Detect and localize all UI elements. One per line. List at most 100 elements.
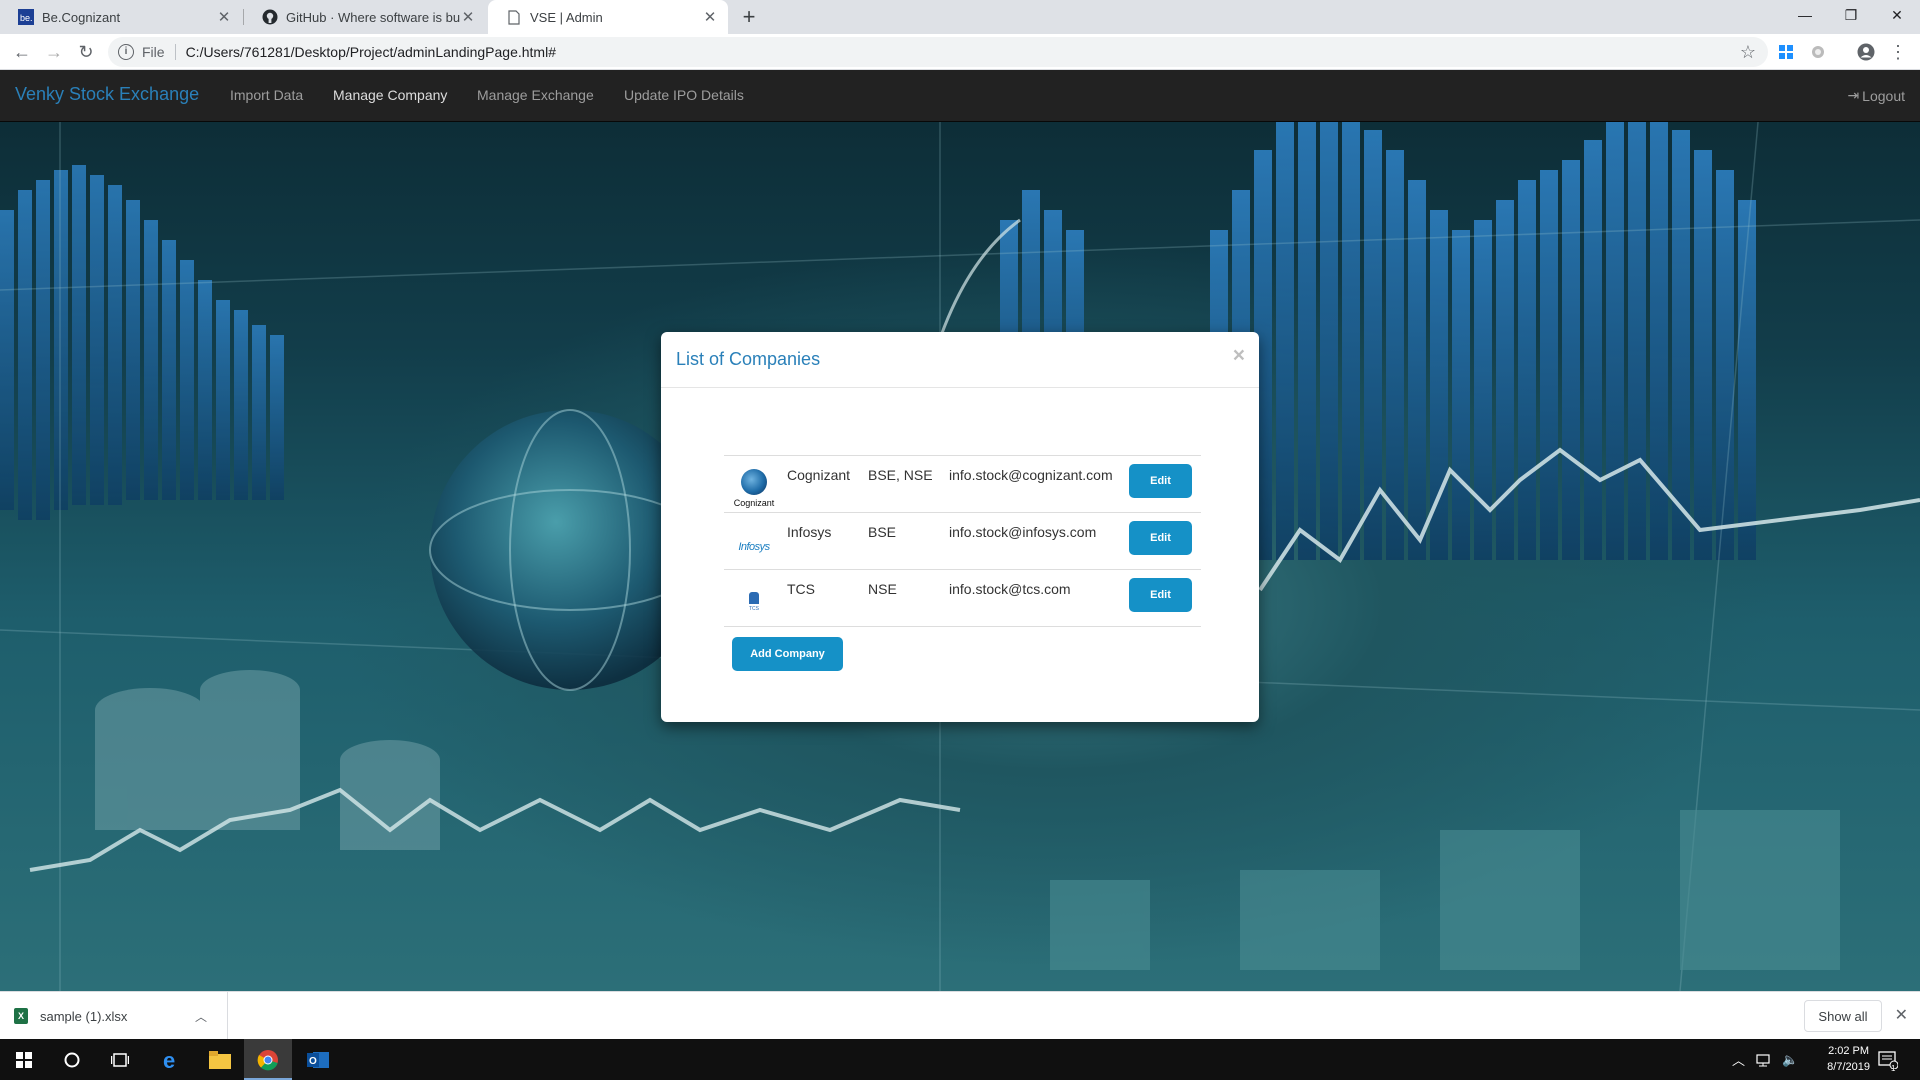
company-name: Infosys: [787, 524, 832, 540]
table-row: Cognizant Cognizant BSE, NSE info.stock@…: [724, 455, 1201, 513]
reload-icon[interactable]: ↻: [72, 38, 100, 66]
brand-link[interactable]: Venky Stock Exchange: [15, 84, 199, 105]
edit-button[interactable]: Edit: [1129, 521, 1192, 555]
volume-icon[interactable]: 🔈: [1782, 1039, 1798, 1080]
action-cell: Edit: [1129, 513, 1201, 570]
browser-tab-strip: be. Be.Cognizant ✕ GitHub · Where softwa…: [0, 0, 1920, 34]
edit-button[interactable]: Edit: [1129, 464, 1192, 498]
notification-center-icon[interactable]: 1: [1878, 1039, 1898, 1080]
github-icon: [262, 9, 278, 25]
nav-import-data[interactable]: Import Data: [230, 87, 303, 103]
search-icon[interactable]: [48, 1039, 96, 1080]
modal-close-icon[interactable]: ×: [1233, 344, 1245, 368]
add-company-button[interactable]: Add Company: [732, 637, 843, 671]
tab-title: Be.Cognizant: [42, 9, 121, 25]
address-bar[interactable]: i File C:/Users/761281/Desktop/Project/a…: [108, 37, 1768, 67]
page-viewport: Venky Stock Exchange Import Data Manage …: [0, 70, 1920, 991]
outlook-icon[interactable]: O: [294, 1039, 342, 1080]
svg-text:be.: be.: [20, 13, 33, 23]
infosys-logo-text: Infosys: [738, 541, 770, 553]
extension-icon[interactable]: [1804, 38, 1832, 66]
address-url: C:/Users/761281/Desktop/Project/adminLan…: [185, 44, 556, 60]
back-icon[interactable]: ←: [8, 38, 36, 66]
tab-becognizant[interactable]: be. Be.Cognizant ✕: [0, 0, 242, 34]
windows-extension-icon[interactable]: [1772, 38, 1800, 66]
menu-kebab-icon[interactable]: ⋮: [1884, 38, 1912, 66]
download-item[interactable]: X sample (1).xlsx ︿: [14, 992, 228, 1040]
notification-count: 1: [1891, 1064, 1896, 1073]
file-explorer-icon[interactable]: [196, 1039, 244, 1080]
window-close-icon[interactable]: ✕: [1874, 0, 1920, 30]
page-icon: [506, 9, 522, 25]
logo-cell: Infosys: [724, 513, 787, 570]
logout-label: Logout: [1862, 87, 1905, 104]
cognizant-logo-mark: [741, 468, 767, 495]
action-cell: Edit: [1129, 570, 1201, 627]
tray-chevron-up-icon[interactable]: ︿: [1732, 1039, 1745, 1080]
clock-time: 2:02 PM: [1828, 1045, 1870, 1057]
profile-icon[interactable]: [1852, 38, 1880, 66]
tcs-logo: TCS: [732, 581, 776, 623]
table-row: TCS TCS NSE info.stock@tcs.com Edit: [724, 569, 1201, 627]
company-email: info.stock@infosys.com: [949, 524, 1097, 540]
companies-table: Cognizant Cognizant BSE, NSE info.stock@…: [724, 455, 1201, 627]
tab-github[interactable]: GitHub · Where software is built ✕: [244, 0, 486, 34]
download-filename: sample (1).xlsx: [40, 1008, 128, 1024]
network-icon[interactable]: [1756, 1039, 1772, 1080]
new-tab-button[interactable]: +: [736, 4, 762, 30]
company-email: info.stock@cognizant.com: [949, 467, 1113, 483]
forward-icon[interactable]: →: [40, 38, 68, 66]
close-icon[interactable]: ✕: [1895, 1005, 1908, 1025]
restore-icon[interactable]: ❐: [1828, 0, 1874, 30]
info-icon[interactable]: i: [118, 44, 134, 60]
edge-browser-icon[interactable]: e: [148, 1039, 196, 1080]
bookmark-star-icon[interactable]: ☆: [1740, 42, 1756, 63]
excel-file-icon: X: [14, 1008, 28, 1024]
cognizant-logo: Cognizant: [732, 467, 776, 509]
becognizant-icon: be.: [18, 9, 34, 25]
company-exchanges: NSE: [868, 581, 897, 597]
company-name: TCS: [787, 581, 815, 597]
nav-update-ipo-details[interactable]: Update IPO Details: [624, 87, 744, 103]
logout-link[interactable]: ⇥ Logout: [1847, 87, 1905, 104]
chevron-up-icon[interactable]: ︿: [195, 1008, 207, 1025]
windows-taskbar: e O ︿ 🔈 2:02 PM 8/7/2019 1: [0, 1039, 1920, 1080]
tcs-logo-mark: [749, 592, 759, 604]
company-exchanges: BSE, NSE: [868, 467, 933, 483]
modal-title: List of Companies: [676, 349, 821, 369]
show-all-button[interactable]: Show all: [1804, 1000, 1882, 1032]
windows-start-icon[interactable]: [0, 1039, 48, 1080]
modal-header: List of Companies ×: [661, 332, 1259, 388]
clock-date: 8/7/2019: [1827, 1061, 1870, 1073]
tab-vse-admin[interactable]: VSE | Admin ✕: [488, 0, 728, 34]
svg-text:O: O: [309, 1056, 317, 1067]
nav-manage-company[interactable]: Manage Company: [333, 87, 447, 103]
close-icon[interactable]: ✕: [702, 8, 718, 26]
svg-text:e: e: [163, 1049, 175, 1071]
chrome-icon[interactable]: [244, 1039, 292, 1080]
table-row: Infosys Infosys BSE info.stock@infosys.c…: [724, 512, 1201, 570]
logo-cell: Cognizant: [724, 456, 787, 513]
address-divider: [174, 44, 176, 60]
download-shelf: X sample (1).xlsx ︿ Show all ✕: [0, 991, 1920, 1040]
address-scheme: File: [142, 44, 165, 60]
system-clock[interactable]: 2:02 PM 8/7/2019: [1827, 1043, 1870, 1075]
company-exchanges: BSE: [868, 524, 897, 540]
logo-cell: TCS: [724, 570, 787, 627]
companies-modal: List of Companies × Cognizant Cognizant …: [661, 332, 1259, 722]
edit-button[interactable]: Edit: [1129, 578, 1192, 612]
cognizant-logo-text: Cognizant: [733, 497, 775, 508]
nav-manage-exchange[interactable]: Manage Exchange: [477, 87, 594, 103]
minimize-icon[interactable]: —: [1782, 0, 1828, 30]
infosys-logo: Infosys: [732, 524, 776, 566]
task-view-icon[interactable]: [96, 1039, 144, 1080]
action-cell: Edit: [1129, 456, 1201, 513]
tab-title: GitHub · Where software is built: [286, 9, 460, 25]
browser-toolbar: ← → ↻ i File C:/Users/761281/Desktop/Pro…: [0, 34, 1920, 70]
company-name: Cognizant: [787, 467, 851, 483]
close-icon[interactable]: ✕: [216, 8, 232, 26]
tab-title: VSE | Admin: [530, 9, 603, 25]
close-icon[interactable]: ✕: [460, 8, 476, 26]
company-email: info.stock@tcs.com: [949, 581, 1071, 597]
logout-icon: ⇥: [1847, 87, 1860, 103]
